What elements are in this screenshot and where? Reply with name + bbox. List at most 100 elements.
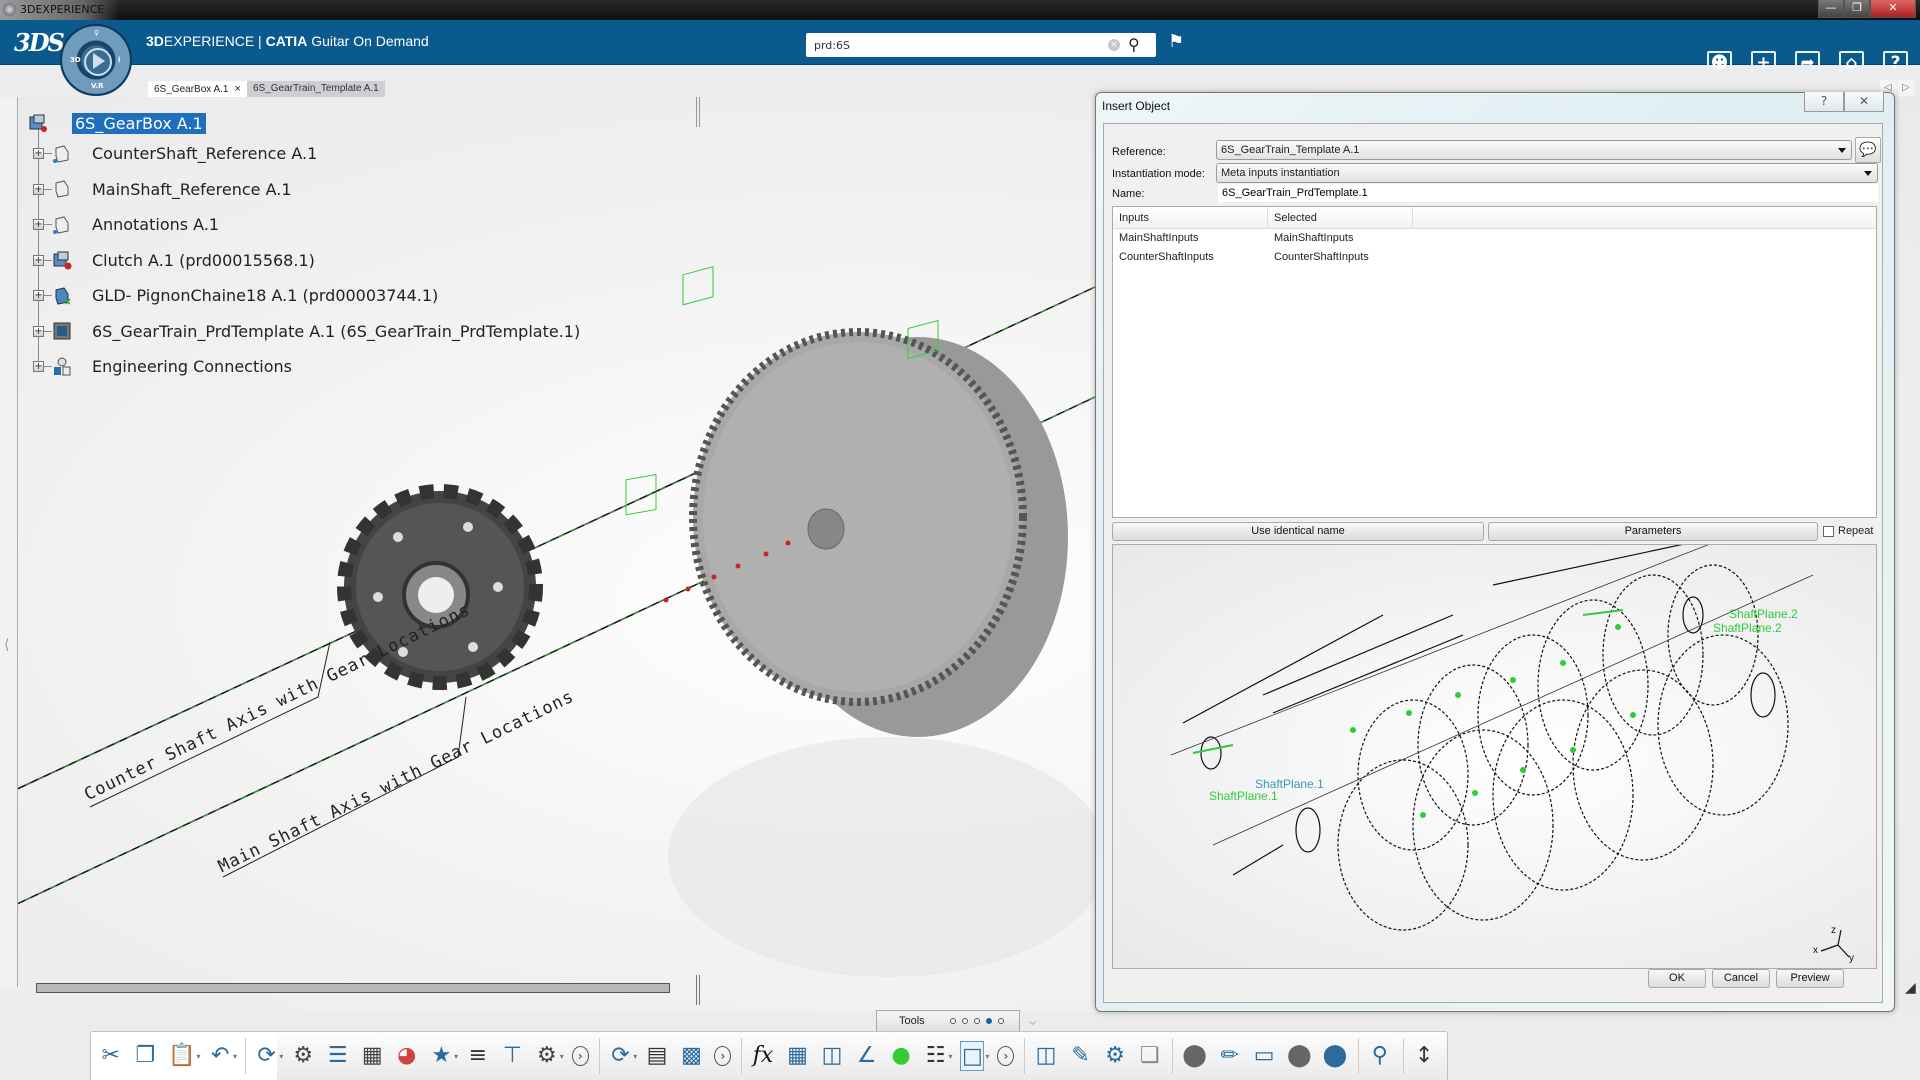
instantiation-mode-dropdown[interactable]: Meta inputs instantiation — [1216, 163, 1878, 183]
close-tab-icon[interactable]: × — [235, 83, 241, 95]
tab-geartrain-template[interactable]: 6S_GearTrain_Template A.1 — [246, 81, 385, 97]
home-icon[interactable]: ⌂ — [1839, 51, 1864, 76]
close-window-button[interactable]: ✕ — [1870, 0, 1916, 18]
edit-tool-icon[interactable]: ✎ — [1069, 1041, 1093, 1071]
dialog-close-button[interactable]: ✕ — [1844, 92, 1884, 112]
tree-root-label[interactable]: 6S_GearBox A.1 — [72, 112, 206, 134]
eraser-icon[interactable]: ▭ — [1252, 1041, 1276, 1071]
measure-angle-icon[interactable]: ∠ — [855, 1041, 879, 1071]
expand-icon[interactable]: + — [33, 290, 44, 302]
tree-item[interactable]: + Annotations A.1 — [28, 207, 580, 243]
column-header-selected[interactable]: Selected — [1268, 207, 1413, 228]
more-commands-icon[interactable]: › — [571, 1046, 589, 1066]
instantiate-icon[interactable]: ⚙ — [1103, 1041, 1127, 1071]
refresh-icon[interactable]: ⟳ — [609, 1041, 633, 1071]
more-commands-icon[interactable]: › — [714, 1046, 732, 1066]
options-dropdown-icon[interactable]: ▾ — [560, 1052, 564, 1061]
user-profile-icon[interactable]: ☻ — [1707, 51, 1732, 76]
view-cube-icon[interactable]: □ — [960, 1041, 985, 1071]
box-insert-icon[interactable]: ❏ — [1138, 1041, 1162, 1071]
table-row[interactable]: CounterShaftInputs CounterShaftInputs — [1113, 248, 1876, 267]
eyedropper-icon[interactable]: ✏ — [1218, 1041, 1242, 1071]
inspect-icon[interactable]: ⚲ — [1368, 1041, 1392, 1071]
update-dropdown-icon[interactable]: ▾ — [279, 1052, 283, 1061]
design-table-icon[interactable]: ◫ — [820, 1041, 844, 1071]
use-identical-name-button[interactable]: Use identical name — [1112, 522, 1484, 541]
tree-item[interactable]: + MainShaft_Reference A.1 — [28, 172, 580, 208]
table-template-icon[interactable]: ▤ — [645, 1041, 669, 1071]
formula-icon[interactable]: fx — [751, 1041, 775, 1071]
traffic-light-icon[interactable]: ● — [889, 1041, 913, 1071]
search-icon[interactable]: ⚲ — [1128, 35, 1140, 54]
copy-icon[interactable]: ❐ — [134, 1041, 158, 1071]
dassault-logo[interactable]: 3DS — [14, 28, 65, 57]
tree-item[interactable]: + 6S_GearTrain_PrdTemplate A.1 (6S_GearT… — [28, 314, 580, 350]
slider-dropdown-icon[interactable]: ▾ — [948, 1052, 952, 1061]
update-icon[interactable]: ⟳ — [255, 1041, 279, 1071]
name-field[interactable] — [1218, 184, 1878, 202]
compass-info-label[interactable]: i — [118, 56, 120, 64]
splitter-handle-bottom[interactable] — [696, 975, 700, 1005]
speech-balloon-icon[interactable]: 💬 — [1855, 137, 1881, 163]
search-input[interactable] — [814, 36, 1094, 54]
list-icon[interactable]: ≡ — [466, 1041, 490, 1071]
repeat-checkbox[interactable] — [1823, 526, 1834, 537]
table-icon[interactable]: ▦ — [786, 1041, 810, 1071]
favorite-icon[interactable]: ★ — [430, 1041, 454, 1071]
expand-tools-icon[interactable]: ⌄ — [1026, 1010, 1039, 1029]
preview-button[interactable]: Preview — [1776, 969, 1844, 988]
view-cube-dropdown-icon[interactable]: ▾ — [985, 1052, 989, 1061]
column-header-inputs[interactable]: Inputs — [1113, 207, 1268, 228]
refresh-dropdown-icon[interactable]: ▾ — [633, 1052, 637, 1061]
add-content-icon[interactable]: + — [1751, 51, 1776, 76]
select-icon[interactable]: ☰ — [326, 1041, 350, 1071]
preview-viewer[interactable]: ShaftPlane.1 ShaftPlane.1 ShaftPlane.2 S… — [1112, 544, 1877, 969]
pager-dot[interactable] — [998, 1018, 1004, 1024]
tools-section-tab[interactable]: Tools — [876, 1010, 1020, 1031]
reference-dropdown[interactable]: 6S_GearTrain_Template A.1 — [1216, 140, 1852, 160]
more-commands-icon[interactable]: › — [997, 1046, 1015, 1066]
expand-icon[interactable]: + — [33, 183, 44, 195]
options-icon[interactable]: ⚙ — [535, 1041, 559, 1071]
expand-icon[interactable]: + — [33, 254, 44, 266]
expand-icon[interactable]: + — [33, 219, 44, 231]
undo-dropdown-icon[interactable]: ▾ — [233, 1052, 237, 1061]
pager-dot[interactable] — [962, 1018, 968, 1024]
cut-icon[interactable]: ✂ — [99, 1041, 123, 1071]
material-icon[interactable]: ⬤ — [1182, 1041, 1207, 1071]
compass-vr-label[interactable]: V.R — [91, 82, 104, 90]
compass-social-label[interactable]: ♀ — [94, 29, 99, 37]
compass-3d-label[interactable]: 3D — [70, 56, 81, 64]
tree-item[interactable]: + Engineering Connections — [28, 349, 580, 385]
tree-item[interactable]: + GLD- PignonChaine18 A.1 (prd00003744.1… — [28, 278, 580, 314]
measure-ruler-icon[interactable]: ↕ — [1412, 1041, 1436, 1071]
clear-search-icon[interactable]: × — [1108, 39, 1120, 51]
minimize-button[interactable]: — — [1818, 0, 1844, 18]
paste-icon[interactable]: 📋 — [168, 1041, 195, 1071]
share-icon[interactable]: ➦ — [1795, 51, 1820, 76]
pager-dot[interactable] — [950, 1018, 956, 1024]
knowledge-slider-icon[interactable]: ☷ — [924, 1041, 948, 1071]
insert-template-icon[interactable]: ◫ — [1034, 1041, 1058, 1071]
paste-dropdown-icon[interactable]: ▾ — [196, 1052, 200, 1061]
play-button[interactable] — [84, 48, 112, 76]
large-gear[interactable] — [682, 266, 1068, 737]
expand-icon[interactable]: + — [33, 148, 44, 160]
tree-item[interactable]: + CounterShaft_Reference A.1 — [28, 136, 580, 172]
help-icon[interactable]: ? — [1883, 51, 1908, 76]
favorite-dropdown-icon[interactable]: ▾ — [454, 1052, 458, 1061]
save-settings-icon[interactable]: ⚙ — [291, 1041, 315, 1071]
cancel-button[interactable]: Cancel — [1712, 969, 1770, 988]
expand-icon[interactable]: + — [33, 325, 44, 337]
parameters-button[interactable]: Parameters — [1488, 522, 1818, 541]
resize-corner-icon[interactable]: ◢ — [1905, 980, 1916, 996]
horizontal-scrollbar[interactable] — [36, 983, 670, 993]
pager-dot-active[interactable] — [986, 1018, 992, 1024]
tab-gearbox[interactable]: 6S_GearBox A.1 × — [148, 81, 247, 97]
catalog-icon[interactable]: ▦ — [360, 1041, 384, 1071]
undo-icon[interactable]: ↶ — [208, 1041, 232, 1071]
apply-material-icon[interactable]: ⬤ — [1323, 1041, 1348, 1071]
ok-button[interactable]: OK — [1648, 969, 1706, 988]
add-material-icon[interactable]: ⬤ — [1287, 1041, 1312, 1071]
tree-expand-icon[interactable]: ⊤ — [501, 1041, 525, 1071]
